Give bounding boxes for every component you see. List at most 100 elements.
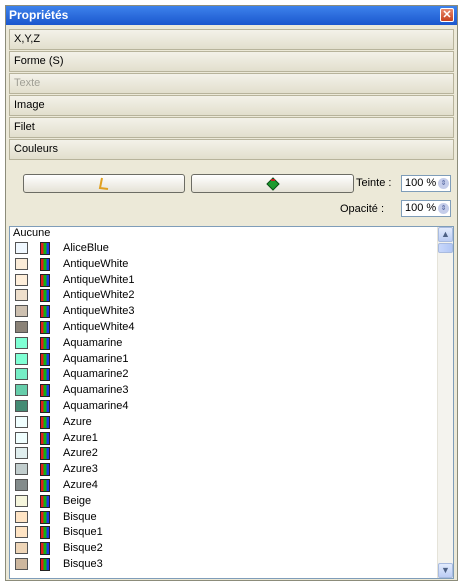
section-xyz[interactable]: X,Y,Z: [9, 29, 454, 50]
scroll-thumb[interactable]: [438, 243, 453, 253]
list-item[interactable]: Bisque1: [10, 525, 435, 540]
list-item[interactable]: Azure1: [10, 431, 435, 446]
section-image[interactable]: Image: [9, 95, 454, 116]
rgb-bars-icon: [40, 384, 50, 398]
colour-swatch: [15, 352, 28, 365]
colour-name: Bisque1: [63, 526, 103, 539]
colour-swatch: [15, 384, 28, 397]
fill-colour-button[interactable]: [191, 174, 354, 193]
rgb-bars-icon: [40, 558, 50, 571]
list-item[interactable]: AliceBlue: [10, 241, 435, 256]
colour-swatch: [15, 447, 28, 460]
rgb-bars-icon: [40, 257, 50, 271]
list-item[interactable]: Bisque: [10, 510, 435, 525]
rgb-bars-icon: [40, 336, 50, 350]
list-item[interactable]: AntiqueWhite3: [10, 304, 435, 319]
rgb-bars-icon: [40, 415, 50, 429]
colour-swatch: [15, 400, 28, 412]
colour-swatch: [15, 463, 28, 476]
colour-name: AntiqueWhite: [63, 257, 129, 270]
rgb-bars-icon: [40, 242, 50, 255]
rgb-bars-icon: [40, 431, 50, 445]
opacity-value: 100 %: [405, 202, 437, 214]
section-colours[interactable]: Couleurs: [9, 139, 454, 160]
list-item[interactable]: AntiqueWhite4: [10, 320, 435, 335]
colour-swatch: [15, 431, 28, 444]
colour-name: AntiqueWhite1: [63, 273, 135, 286]
colour-name: Azure2: [63, 447, 98, 460]
list-item[interactable]: Bisque2: [10, 541, 435, 556]
rgb-bars-icon: [40, 400, 50, 413]
close-icon[interactable]: ✕: [440, 8, 454, 22]
rgb-bars-icon: [40, 352, 50, 366]
rgb-bars-icon: [40, 542, 50, 556]
list-item[interactable]: Azure2: [10, 446, 435, 461]
colour-name: Aquamarine1: [63, 352, 129, 365]
opacity-spinner[interactable]: 100 % ⇕: [401, 200, 451, 217]
colour-name: Azure4: [63, 479, 98, 491]
colour-name: AliceBlue: [63, 242, 109, 254]
colour-swatch: [15, 305, 28, 318]
colour-name: Aquamarine3: [63, 384, 129, 397]
scroll-down-icon[interactable]: ▼: [438, 563, 453, 578]
section-shape[interactable]: Forme (S): [9, 51, 454, 72]
rgb-bars-icon: [40, 479, 50, 492]
paint-bucket-icon: [265, 177, 280, 191]
list-item[interactable]: Azure4: [10, 478, 435, 493]
colour-name: Azure1: [63, 431, 98, 444]
properties-panel: Propriétés ✕ X,Y,Z Forme (S) Texte Image…: [5, 5, 458, 581]
line-colour-button[interactable]: [23, 174, 185, 193]
spin-arrows-icon[interactable]: ⇕: [438, 178, 449, 189]
colour-swatch: [15, 510, 28, 523]
list-item[interactable]: Azure3: [10, 462, 435, 477]
list-item[interactable]: AntiqueWhite: [10, 257, 435, 272]
section-line[interactable]: Filet: [9, 117, 454, 138]
colour-name: Azure: [63, 415, 92, 428]
colour-swatch: [15, 526, 28, 539]
colour-name: AntiqueWhite4: [63, 321, 135, 333]
list-item[interactable]: Azure: [10, 415, 435, 430]
tint-spinner[interactable]: 100 % ⇕: [401, 175, 451, 192]
rgb-bars-icon: [40, 494, 50, 508]
rgb-bars-icon: [40, 273, 50, 287]
colour-name: Bisque: [63, 510, 97, 523]
colour-swatch: [15, 368, 28, 381]
rgb-bars-icon: [40, 289, 50, 303]
list-item[interactable]: AntiqueWhite1: [10, 273, 435, 288]
rgb-bars-icon: [40, 447, 50, 461]
colour-swatch: [15, 289, 28, 302]
spin-arrows-icon[interactable]: ⇕: [438, 203, 449, 214]
colour-name: Azure3: [63, 463, 98, 476]
list-item[interactable]: Bisque3: [10, 557, 435, 572]
pen-line-icon: [98, 177, 109, 190]
list-item[interactable]: Beige: [10, 494, 435, 509]
list-item[interactable]: Aquamarine3: [10, 383, 435, 398]
colour-swatch: [15, 542, 28, 555]
colour-swatch: [15, 479, 28, 491]
colour-name: Aquamarine4: [63, 400, 129, 412]
rgb-bars-icon: [40, 305, 50, 319]
rgb-bars-icon: [40, 368, 50, 382]
section-text[interactable]: Texte: [9, 73, 454, 94]
panel-titlebar: Propriétés ✕: [6, 6, 457, 25]
colour-swatch: [15, 321, 28, 333]
list-item[interactable]: Aquamarine2: [10, 367, 435, 382]
colour-name: AntiqueWhite2: [63, 289, 135, 302]
colour-name: Bisque3: [63, 558, 103, 570]
colour-list-none[interactable]: Aucune: [13, 227, 50, 240]
colour-swatch: [15, 257, 28, 270]
colour-swatch: [15, 336, 28, 349]
scroll-up-icon[interactable]: ▲: [438, 227, 453, 242]
colour-swatch: [15, 273, 28, 286]
colour-name: Aquamarine2: [63, 368, 129, 381]
rgb-bars-icon: [40, 321, 50, 334]
list-item[interactable]: Aquamarine: [10, 336, 435, 351]
list-item[interactable]: Aquamarine4: [10, 399, 435, 414]
colour-swatch: [15, 558, 28, 570]
list-scrollbar[interactable]: ▲ ▼: [437, 227, 453, 578]
tint-value: 100 %: [405, 177, 437, 189]
list-item[interactable]: AntiqueWhite2: [10, 288, 435, 303]
colour-list[interactable]: Aucune AliceBlue AntiqueWhite AntiqueWhite…: [9, 226, 454, 579]
colour-name: Bisque2: [63, 542, 103, 555]
list-item[interactable]: Aquamarine1: [10, 352, 435, 367]
